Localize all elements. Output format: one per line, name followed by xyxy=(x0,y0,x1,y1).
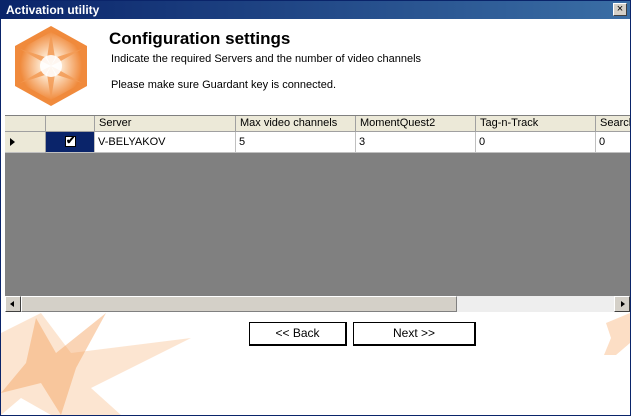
title-bar[interactable]: Activation utility × xyxy=(1,1,630,19)
column-header-max-video-channels[interactable]: Max video channels xyxy=(236,116,356,132)
row-selector-column-header[interactable] xyxy=(5,116,46,132)
horizontal-scrollbar[interactable] xyxy=(5,296,630,312)
search-cell[interactable]: 0 xyxy=(596,132,630,153)
max-video-channels-cell[interactable]: 5 xyxy=(236,132,356,153)
row-selector[interactable] xyxy=(5,132,46,153)
page-title: Configuration settings xyxy=(109,29,291,48)
grid-header: Server Max video channels MomentQuest2 T… xyxy=(5,116,630,132)
next-button[interactable]: Next >> xyxy=(353,322,476,346)
header-panel: Configuration settings Indicate the requ… xyxy=(1,19,630,114)
footer-panel: << Back Next >> xyxy=(1,313,630,415)
server-enabled-checkbox[interactable]: ✔ xyxy=(65,136,76,147)
column-header-search[interactable]: Search xyxy=(596,116,630,132)
activation-utility-window: Activation utility × Configuration setti… xyxy=(0,0,631,416)
column-header-tag-n-track[interactable]: Tag-n-Track xyxy=(476,116,596,132)
instruction-text: Indicate the required Servers and the nu… xyxy=(111,53,422,65)
scroll-left-button[interactable] xyxy=(5,296,21,312)
scrollbar-thumb[interactable] xyxy=(21,296,457,312)
server-cell[interactable]: V-BELYAKOV xyxy=(95,132,236,153)
logo-hexagon-icon xyxy=(15,26,87,106)
close-button[interactable]: × xyxy=(613,3,627,16)
tag-n-track-cell[interactable]: 0 xyxy=(476,132,596,153)
enabled-cell[interactable]: ✔ xyxy=(46,132,95,153)
column-header-momentquest2[interactable]: MomentQuest2 xyxy=(356,116,476,132)
arrow-left-icon xyxy=(10,301,14,307)
scroll-right-button[interactable] xyxy=(614,296,630,312)
column-header-server[interactable]: Server xyxy=(95,116,236,132)
table-row[interactable]: ✔ V-BELYAKOV 5 3 0 0 xyxy=(5,132,630,153)
current-row-arrow-icon xyxy=(10,138,15,146)
guardant-key-note: Please make sure Guardant key is connect… xyxy=(111,79,337,91)
window-title: Activation utility xyxy=(6,3,100,17)
servers-grid: Server Max video channels MomentQuest2 T… xyxy=(5,115,630,312)
arrow-right-icon xyxy=(621,301,625,307)
column-header-enabled[interactable] xyxy=(46,116,95,132)
back-button[interactable]: << Back xyxy=(249,322,347,346)
momentquest2-cell[interactable]: 3 xyxy=(356,132,476,153)
